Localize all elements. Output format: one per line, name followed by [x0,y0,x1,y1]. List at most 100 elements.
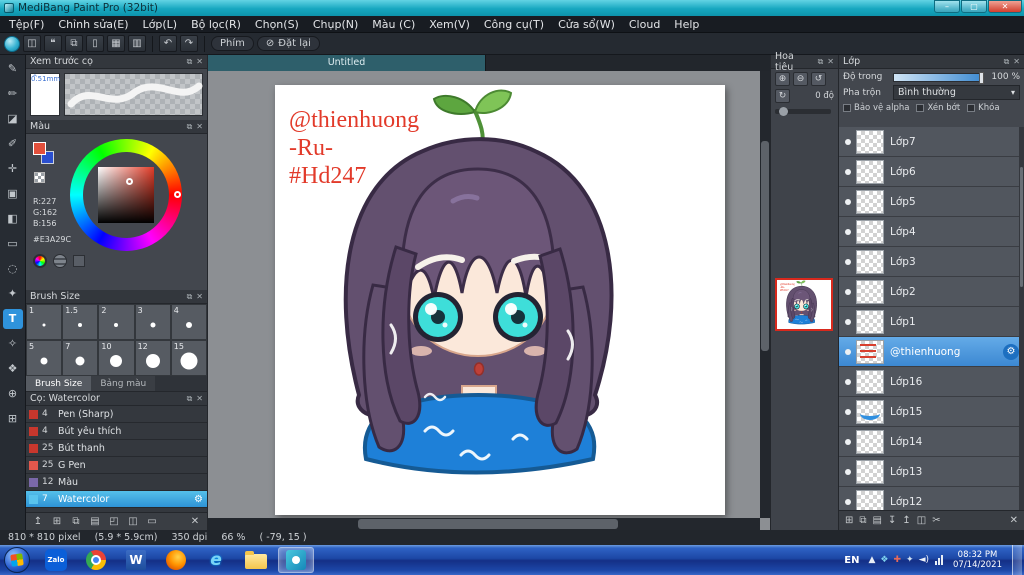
close-button[interactable]: ✕ [988,0,1022,13]
visibility-dot[interactable] [842,259,854,265]
eyedropper-tool[interactable]: ✧ [3,334,23,354]
workspace[interactable] [208,71,760,518]
material-icon[interactable]: ▥ [128,35,146,52]
lock-checkbox[interactable]: Khóa [967,103,1000,113]
add-brush-icon[interactable]: ⊞ [50,516,64,527]
hidden-icons-arrow[interactable]: ▲ [868,555,875,565]
duplicate-layer-icon[interactable]: ⧉ [859,515,866,526]
layer-row[interactable]: Lớp12 ⚙ [839,487,1024,510]
brush-size-cell[interactable]: 10 [98,340,135,376]
minimize-button[interactable]: – [934,0,960,13]
popout-icon[interactable]: ⧉ [187,290,193,304]
layer-row[interactable]: Lớp1 ⚙ [839,307,1024,337]
brush-settings-gear-icon[interactable]: ⚙ [194,494,203,505]
brush-row[interactable]: 4 Pen (Sharp) ⚙ [26,406,207,423]
maximize-button[interactable]: ▢ [961,0,987,13]
list-icon[interactable]: ▤ [88,516,102,527]
new-layer-icon[interactable]: ⊞ [845,515,853,526]
start-button[interactable] [4,547,30,573]
export-icon[interactable]: ↥ [31,516,45,527]
brush-size-cell[interactable]: 3 [134,304,171,340]
undo-button[interactable]: ↶ [159,35,177,52]
copy-icon[interactable]: ◫ [126,516,140,527]
layer-settings-gear-icon[interactable]: ⚙ [1003,343,1019,360]
rotate-left-button[interactable]: ↺ [811,72,826,86]
scissors-icon[interactable]: ✂ [932,515,940,526]
taskbar-firefox-icon[interactable] [158,547,194,573]
menu-item[interactable]: Chỉnh sửa(E) [51,16,135,33]
medibang-logo-icon[interactable] [4,35,20,52]
close-icon[interactable]: ✕ [196,392,203,406]
horizontal-scrollbar[interactable] [208,518,760,530]
visibility-dot[interactable] [842,199,854,205]
menu-item[interactable]: Màu (C) [365,16,422,33]
layer-list-scrollbar[interactable] [1019,127,1024,510]
visibility-dot[interactable] [842,439,854,445]
navigator-zoom-slider[interactable] [775,107,831,116]
taskbar-medibang-icon[interactable] [278,547,314,573]
saturation-value-square[interactable] [98,167,154,223]
reset-button[interactable]: ⊘ Đặt lại [256,36,320,51]
brush-size-cell[interactable]: 2 [98,304,135,340]
transparent-color-swatch[interactable] [34,172,45,183]
taskbar-word-icon[interactable]: W [118,547,154,573]
layer-row[interactable]: Lớp3 ⚙ [839,247,1024,277]
vertical-scrollbar[interactable] [760,71,770,518]
clipping-checkbox[interactable]: Xén bớt [916,103,960,113]
tray-app-icon-2[interactable]: ✚ [893,555,901,565]
brush-size-cell[interactable]: 4 [170,304,207,340]
show-desktop-button[interactable] [1012,545,1022,575]
menu-item[interactable]: Lớp(L) [136,16,185,33]
layer-row[interactable]: @thienhuong ⚙ [839,337,1024,367]
comment-icon[interactable]: ❝ [44,35,62,52]
language-indicator[interactable]: EN [841,555,862,566]
canvas-tab[interactable]: Untitled [208,55,486,71]
pen-tool[interactable]: ✎ [3,59,23,79]
folder-icon[interactable]: ◰ [107,516,121,527]
pages-icon[interactable]: ⧉ [65,35,83,52]
lasso-tool[interactable]: ◌ [3,259,23,279]
menu-item[interactable]: Tệp(F) [2,16,51,33]
visibility-dot[interactable] [842,379,854,385]
slider-handle[interactable] [779,107,788,116]
menu-item[interactable]: Cửa sổ(W) [551,16,622,33]
sv-indicator[interactable] [126,178,133,185]
popout-icon[interactable]: ⧉ [187,120,193,134]
move-up-icon[interactable]: ↥ [902,515,910,526]
magic-wand-tool[interactable]: ✦ [3,284,23,304]
pencil-tool[interactable]: ✏ [3,84,23,104]
menu-item[interactable]: Chọn(S) [248,16,306,33]
document-icon[interactable]: ▯ [86,35,104,52]
gradient-tool[interactable]: ◧ [3,209,23,229]
close-icon[interactable]: ✕ [196,120,203,134]
layer-row[interactable]: Lớp2 ⚙ [839,277,1024,307]
slider-handle[interactable] [979,71,984,84]
close-icon[interactable]: ✕ [196,55,203,69]
layer-row[interactable]: Lớp5 ⚙ [839,187,1024,217]
brush-size-cell[interactable]: 7 [62,340,99,376]
popout-icon[interactable]: ⧉ [187,55,193,69]
zoom-tool[interactable]: ⊕ [3,384,23,404]
menu-item[interactable]: Xem(V) [422,16,477,33]
popout-icon[interactable]: ⧉ [1004,55,1010,69]
layer-row[interactable]: Lớp4 ⚙ [839,217,1024,247]
taskbar-ie-icon[interactable]: e [198,547,234,573]
menu-item[interactable]: Công cụ(T) [477,16,551,33]
rotate-right-button[interactable]: ↻ [775,89,790,103]
text-tool[interactable]: T [2,309,23,329]
scrollbar-thumb[interactable] [358,519,618,529]
move-tool[interactable]: ✛ [3,159,23,179]
zoom-in-button[interactable]: ⊕ [775,72,790,86]
brush-row[interactable]: 25 Bút thanh ⚙ [26,440,207,457]
drawing-canvas[interactable] [275,85,725,515]
brush-row[interactable]: 7 Watercolor ⚙ [26,491,207,508]
popout-icon[interactable]: ⧉ [187,392,193,406]
taskbar-chrome-icon[interactable] [78,547,114,573]
layer-row[interactable]: Lớp14 ⚙ [839,427,1024,457]
slider-mode-icon[interactable] [53,254,67,268]
layer-row[interactable]: Lớp16 ⚙ [839,367,1024,397]
visibility-dot[interactable] [842,469,854,475]
speaker-icon[interactable]: ◄) [919,555,929,565]
taskbar-explorer-icon[interactable] [238,547,274,573]
layer-row[interactable]: Lớp13 ⚙ [839,457,1024,487]
